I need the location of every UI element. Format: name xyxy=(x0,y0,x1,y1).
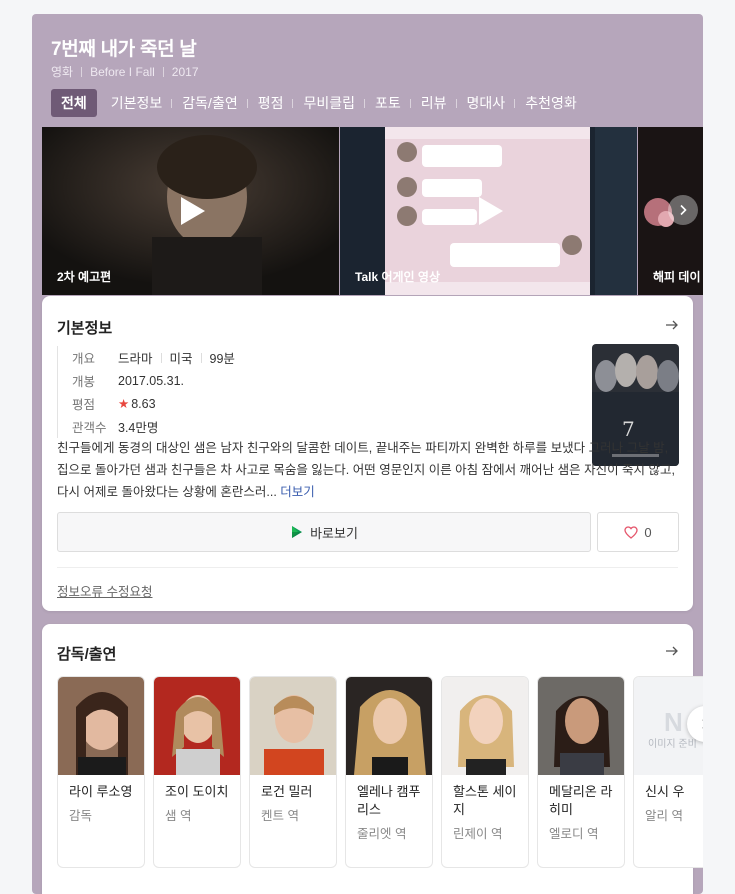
no-image-text: 이미지 준비 xyxy=(648,739,697,750)
divider xyxy=(200,352,202,363)
tab-movie-clips[interactable]: 무비클립 xyxy=(292,89,365,117)
info-value: 드라마 미국 99분 xyxy=(118,348,235,367)
description: 친구들에게 동경의 대상인 샘은 남자 친구와의 달콤한 데이트, 끝내주는 파… xyxy=(57,437,679,503)
cast-item[interactable]: 할스톤 세이지 린제이 역 xyxy=(441,676,529,868)
rating-score: 8.63 xyxy=(131,396,156,411)
rating-value: ★ 8.63 xyxy=(118,396,156,412)
movie-title: 7번째 내가 죽던 날 xyxy=(51,39,197,60)
cast-item[interactable]: N 이미지 준비 신시 우 알리 역 xyxy=(633,676,703,868)
movie-year: 2017 xyxy=(171,64,199,79)
video-label: Talk 어게인 영상 xyxy=(355,270,440,284)
tab-photos[interactable]: 포토 xyxy=(364,89,411,117)
section-title: 기본정보 xyxy=(57,320,113,337)
watch-now-button[interactable]: 바로보기 xyxy=(57,512,591,552)
person-role: 알리 역 xyxy=(645,809,683,823)
person-role: 린제이 역 xyxy=(453,827,503,841)
person-photo xyxy=(346,677,432,775)
section-title: 감독/출연 xyxy=(57,646,117,663)
tab-recommended[interactable]: 추천영화 xyxy=(514,89,587,117)
person-role: 켄트 역 xyxy=(261,809,299,823)
video-label: 해피 데이 xyxy=(653,270,701,284)
person-name: 할스톤 세이지 xyxy=(453,784,517,817)
video-label: 2차 예고편 xyxy=(57,270,112,284)
movie-original-title: Before I Fall xyxy=(90,64,155,79)
person-name: 조이 도이치 xyxy=(165,784,229,799)
info-row-rating: 평점 ★ 8.63 xyxy=(72,392,235,415)
tab-basic-info[interactable]: 기본정보 xyxy=(101,89,173,117)
tab-rating[interactable]: 평점 xyxy=(246,89,294,117)
like-button[interactable]: 0 xyxy=(597,512,679,552)
person-name: 신시 우 xyxy=(645,784,685,799)
heart-icon xyxy=(624,525,639,539)
person-photo xyxy=(538,677,624,775)
video-thumbnail[interactable]: 2차 예고편 xyxy=(42,127,339,295)
arrow-right-icon[interactable] xyxy=(665,644,679,658)
svg-text:N: N xyxy=(664,707,683,737)
info-label: 평점 xyxy=(72,398,96,412)
person-photo xyxy=(250,677,336,775)
person-name: 엘레나 캠푸리스 xyxy=(357,784,421,817)
person-photo xyxy=(442,677,528,775)
genre[interactable]: 드라마 xyxy=(118,348,153,367)
tab-all[interactable]: 전체 xyxy=(51,89,97,117)
info-row-release: 개봉 2017.05.31. xyxy=(72,369,235,392)
chevron-right-icon xyxy=(702,719,703,729)
watch-now-label: 바로보기 xyxy=(310,525,358,541)
info-label: 개봉 xyxy=(72,375,96,389)
person-role: 줄리엣 역 xyxy=(357,827,407,841)
movie-type: 영화 xyxy=(51,65,74,79)
movie-subtitle: 영화 Before I Fall 2017 xyxy=(51,63,199,80)
audience-count: 3.4만명 xyxy=(118,421,159,435)
person-role: 샘 역 xyxy=(165,809,192,823)
cast-item[interactable]: 라이 루소영 감독 xyxy=(57,676,145,868)
report-error-link[interactable]: 정보오류 수정요청 xyxy=(57,581,152,600)
info-row-summary: 개요 드라마 미국 99분 xyxy=(72,346,235,369)
divider xyxy=(160,352,162,363)
cast-item[interactable]: 로건 밀러 켄트 역 xyxy=(249,676,337,868)
divider xyxy=(81,66,83,77)
cast-item[interactable]: 메달리온 라히미 엘로디 역 xyxy=(537,676,625,868)
play-icon xyxy=(478,197,503,225)
description-text: 친구들에게 동경의 대상인 샘은 남자 친구와의 달콤한 데이트, 끝내주는 파… xyxy=(57,441,675,499)
info-label: 관객수 xyxy=(72,421,107,435)
tab-cast[interactable]: 감독/출연 xyxy=(171,89,247,117)
play-store-icon xyxy=(292,526,303,538)
person-name: 라이 루소영 xyxy=(69,784,133,799)
cast-item[interactable]: 조이 도이치 샘 역 xyxy=(153,676,241,868)
movie-panel: 7번째 내가 죽던 날 영화 Before I Fall 2017 전체 기본정… xyxy=(32,14,703,894)
person-role: 엘로디 역 xyxy=(549,827,599,841)
info-row-audience: 관객수 3.4만명 xyxy=(72,415,235,438)
star-icon: ★ xyxy=(118,397,130,411)
person-name: 메달리온 라히미 xyxy=(549,784,613,817)
release-date: 2017.05.31. xyxy=(118,373,185,388)
person-photo xyxy=(154,677,240,775)
person-photo xyxy=(58,677,144,775)
country: 미국 xyxy=(169,352,193,366)
divider xyxy=(57,567,678,568)
cast-list: 라이 루소영 감독 조이 도이치 샘 역 로건 밀러 켄트 역 엘레나 캠푸리스… xyxy=(57,676,703,868)
video-carousel: 2차 예고편 Talk 어게인 영상 해피 데이 xyxy=(42,127,703,295)
tab-reviews[interactable]: 리뷰 xyxy=(409,89,457,117)
person-name: 로건 밀러 xyxy=(261,784,313,799)
like-count: 0 xyxy=(644,524,652,540)
video-thumbnail[interactable]: Talk 어게인 영상 xyxy=(340,127,637,295)
video-next-button[interactable] xyxy=(668,195,698,225)
divider xyxy=(162,66,164,77)
cast-card: 감독/출연 라이 루소영 감독 조이 도이치 샘 역 로건 밀러 켄트 역 엘레… xyxy=(42,624,703,894)
chevron-right-icon xyxy=(680,204,687,216)
arrow-right-icon[interactable] xyxy=(665,318,679,332)
play-icon xyxy=(180,197,205,225)
info-label: 개요 xyxy=(72,352,96,366)
basic-info-card: 기본정보 개요 드라마 미국 99분 개봉 2017.05.31. 평점 ★ 8… xyxy=(42,296,693,611)
info-list: 개요 드라마 미국 99분 개봉 2017.05.31. 평점 ★ 8.63 관… xyxy=(57,346,235,438)
tab-quotes[interactable]: 명대사 xyxy=(455,89,516,117)
person-role: 감독 xyxy=(69,809,93,823)
runtime: 99분 xyxy=(209,352,235,366)
cast-item[interactable]: 엘레나 캠푸리스 줄리엣 역 xyxy=(345,676,433,868)
more-link[interactable]: 더보기 xyxy=(280,485,315,499)
tab-bar: 전체 기본정보 감독/출연 평점 무비클립 포토 리뷰 명대사 추천영화 xyxy=(51,89,587,117)
